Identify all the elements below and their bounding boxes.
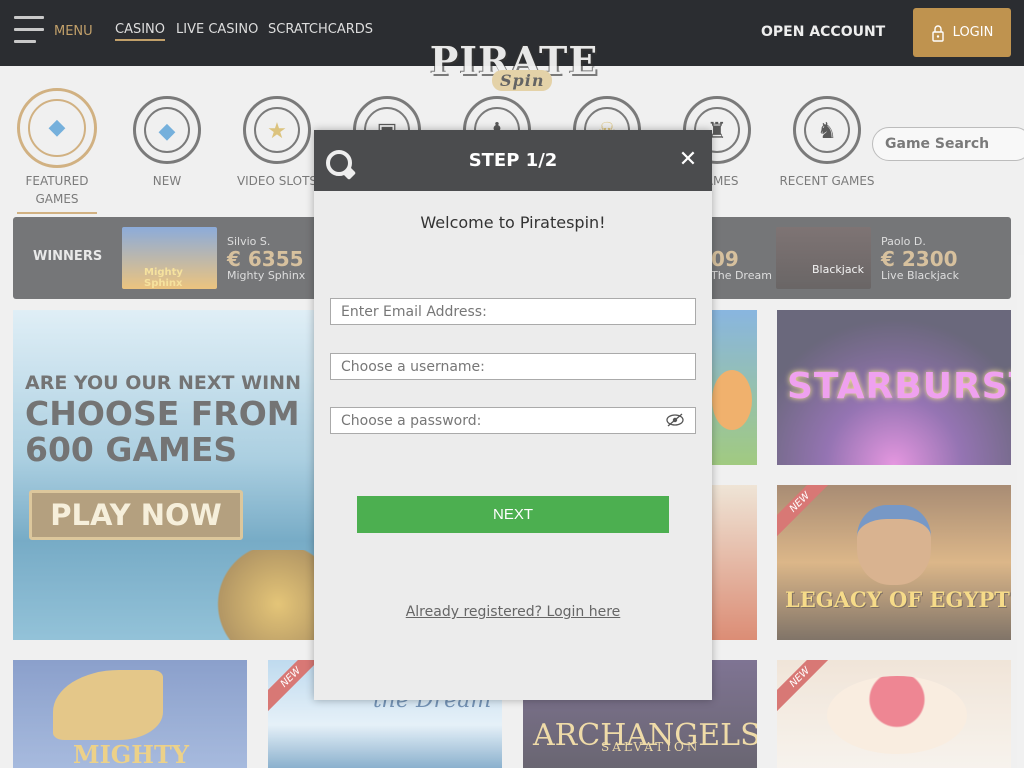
close-icon[interactable]: ✕	[676, 148, 700, 172]
email-field[interactable]	[330, 298, 696, 325]
login-here-link[interactable]: Already registered? Login here	[314, 604, 712, 620]
modal-header: STEP 1/2 ✕	[314, 130, 712, 191]
welcome-text: Welcome to Piratespin!	[420, 213, 606, 232]
hamburger-icon[interactable]	[14, 16, 44, 46]
top-header: MENU CASINO LIVE CASINO SCRATCHCARDS OPE…	[0, 0, 1024, 91]
username-field[interactable]	[330, 353, 696, 380]
modal-title: STEP 1/2	[468, 150, 558, 171]
password-field[interactable]	[330, 407, 696, 434]
signup-modal: STEP 1/2 ✕ Welcome to Piratespin! NEXT A…	[314, 130, 712, 700]
menu-label[interactable]: MENU	[54, 24, 93, 39]
next-button[interactable]: NEXT	[357, 496, 669, 533]
open-account-link[interactable]: OPEN ACCOUNT	[761, 24, 885, 40]
nav-casino[interactable]: CASINO	[115, 22, 166, 41]
nav-live-casino[interactable]: LIVE CASINO	[176, 22, 258, 37]
login-button[interactable]: LOGIN	[913, 8, 1011, 57]
eye-hidden-icon[interactable]	[665, 413, 685, 427]
page: { "header": { "menu_label": "MENU", "nav…	[0, 0, 1024, 768]
login-label: LOGIN	[952, 25, 994, 40]
lock-icon	[931, 24, 944, 42]
nav-scratchcards[interactable]: SCRATCHCARDS	[268, 22, 373, 37]
